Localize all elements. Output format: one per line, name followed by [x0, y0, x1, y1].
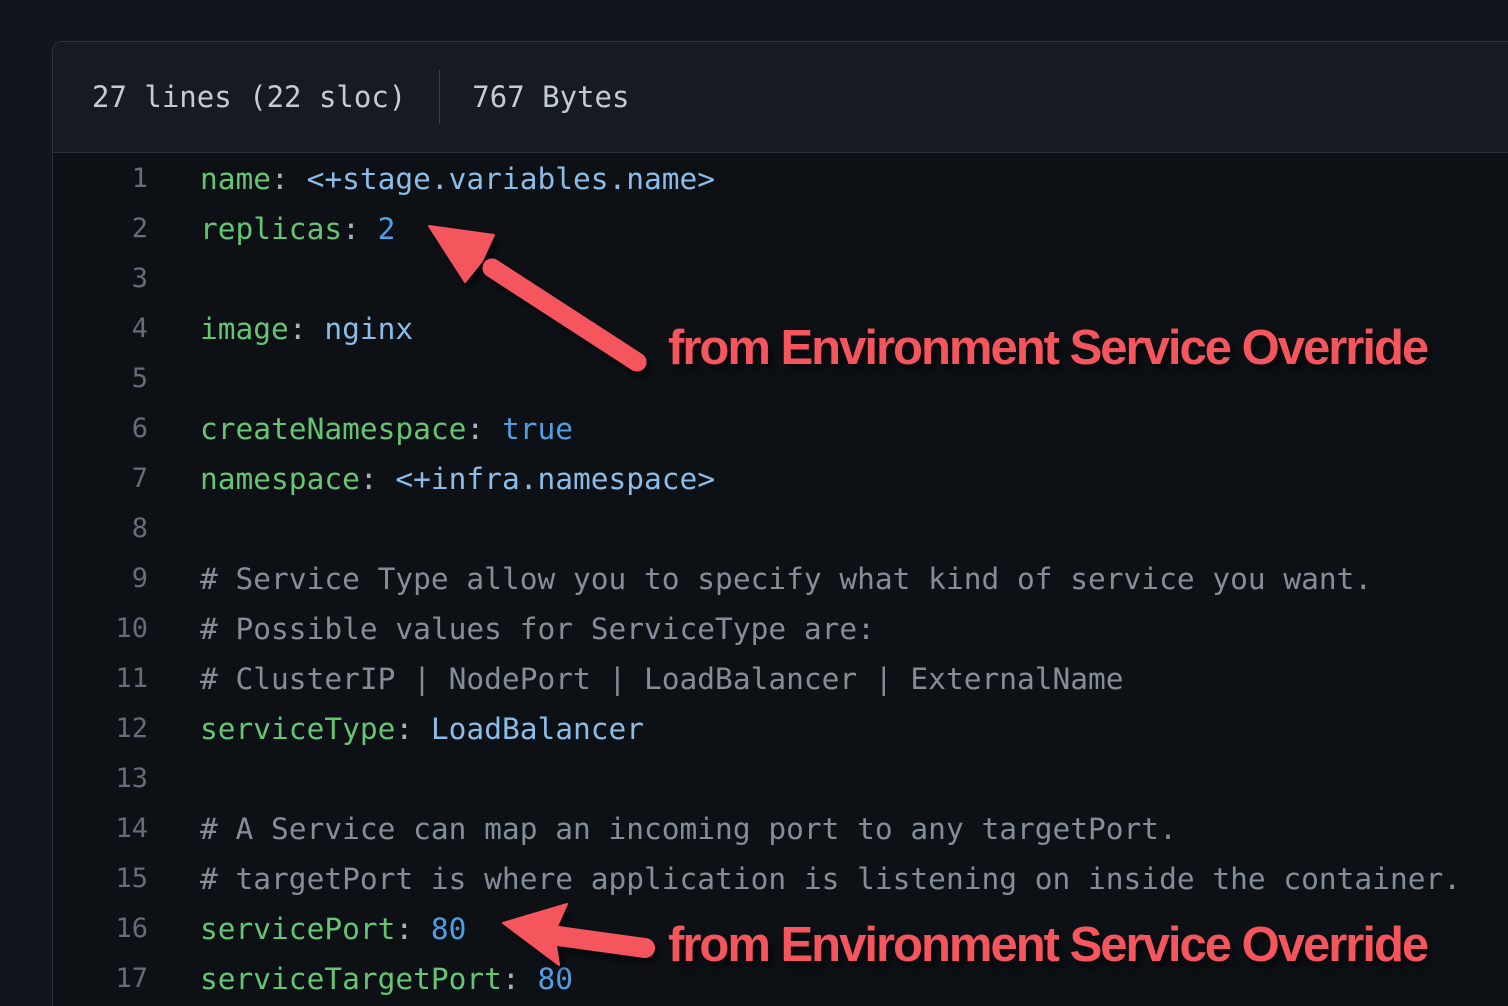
code-text: serviceTargetPort: 80 — [148, 954, 573, 1004]
code-text: # A Service can map an incoming port to … — [148, 804, 1177, 854]
code-line: 3 — [53, 254, 1508, 304]
code-line: 6createNamespace: true — [53, 404, 1508, 454]
code-text: createNamespace: true — [148, 404, 573, 454]
code-text: image: nginx — [148, 304, 413, 354]
file-header: 27 lines (22 sloc) 767 Bytes — [53, 42, 1508, 153]
code-text: # Service Type allow you to specify what… — [148, 554, 1372, 604]
line-number[interactable]: 9 — [53, 554, 148, 604]
code-line: 10# Possible values for ServiceType are: — [53, 604, 1508, 654]
code-text — [148, 254, 200, 304]
code-text — [148, 354, 200, 404]
file-size-info: 767 Bytes — [472, 80, 629, 114]
line-number[interactable]: 5 — [53, 354, 148, 404]
line-number[interactable]: 1 — [53, 154, 148, 204]
line-number[interactable]: 11 — [53, 654, 148, 704]
line-number[interactable]: 2 — [53, 204, 148, 254]
code-text — [148, 504, 200, 554]
line-number[interactable]: 12 — [53, 704, 148, 754]
code-text: # targetPort is where application is lis… — [148, 854, 1461, 904]
code-line: 7namespace: <+infra.namespace> — [53, 454, 1508, 504]
code-line: 8 — [53, 504, 1508, 554]
line-number[interactable]: 6 — [53, 404, 148, 454]
line-number[interactable]: 13 — [53, 754, 148, 804]
line-number[interactable]: 17 — [53, 954, 148, 1004]
code-line: 11# ClusterIP | NodePort | LoadBalancer … — [53, 654, 1508, 704]
line-number[interactable]: 15 — [53, 854, 148, 904]
line-number[interactable]: 14 — [53, 804, 148, 854]
code-line: 14# A Service can map an incoming port t… — [53, 804, 1508, 854]
code-line: 15# targetPort is where application is l… — [53, 854, 1508, 904]
code-text: replicas: 2 — [148, 204, 395, 254]
code-text: namespace: <+infra.namespace> — [148, 454, 715, 504]
code-text: name: <+stage.variables.name> — [148, 154, 715, 204]
code-text: serviceType: LoadBalancer — [148, 704, 644, 754]
code-line: 2replicas: 2 — [53, 204, 1508, 254]
code-line: 16servicePort: 80 — [53, 904, 1508, 954]
code-line: 13 — [53, 754, 1508, 804]
code-text: servicePort: 80 — [148, 904, 466, 954]
line-number[interactable]: 7 — [53, 454, 148, 504]
line-number[interactable]: 4 — [53, 304, 148, 354]
code-line: 17serviceTargetPort: 80 — [53, 954, 1508, 1004]
code-text — [148, 754, 200, 804]
file-panel: 27 lines (22 sloc) 767 Bytes 1name: <+st… — [52, 41, 1508, 1006]
line-number[interactable]: 16 — [53, 904, 148, 954]
code-line: 1name: <+stage.variables.name> — [53, 154, 1508, 204]
line-number[interactable]: 3 — [53, 254, 148, 304]
code-area: 1name: <+stage.variables.name>2replicas:… — [53, 153, 1508, 1004]
header-divider — [439, 70, 440, 124]
line-number[interactable]: 10 — [53, 604, 148, 654]
code-text: # ClusterIP | NodePort | LoadBalancer | … — [148, 654, 1124, 704]
code-text: # Possible values for ServiceType are: — [148, 604, 875, 654]
code-line: 12serviceType: LoadBalancer — [53, 704, 1508, 754]
code-line: 5 — [53, 354, 1508, 404]
line-number[interactable]: 8 — [53, 504, 148, 554]
file-lines-info: 27 lines (22 sloc) — [92, 80, 406, 114]
code-line: 9# Service Type allow you to specify wha… — [53, 554, 1508, 604]
code-line: 4image: nginx — [53, 304, 1508, 354]
